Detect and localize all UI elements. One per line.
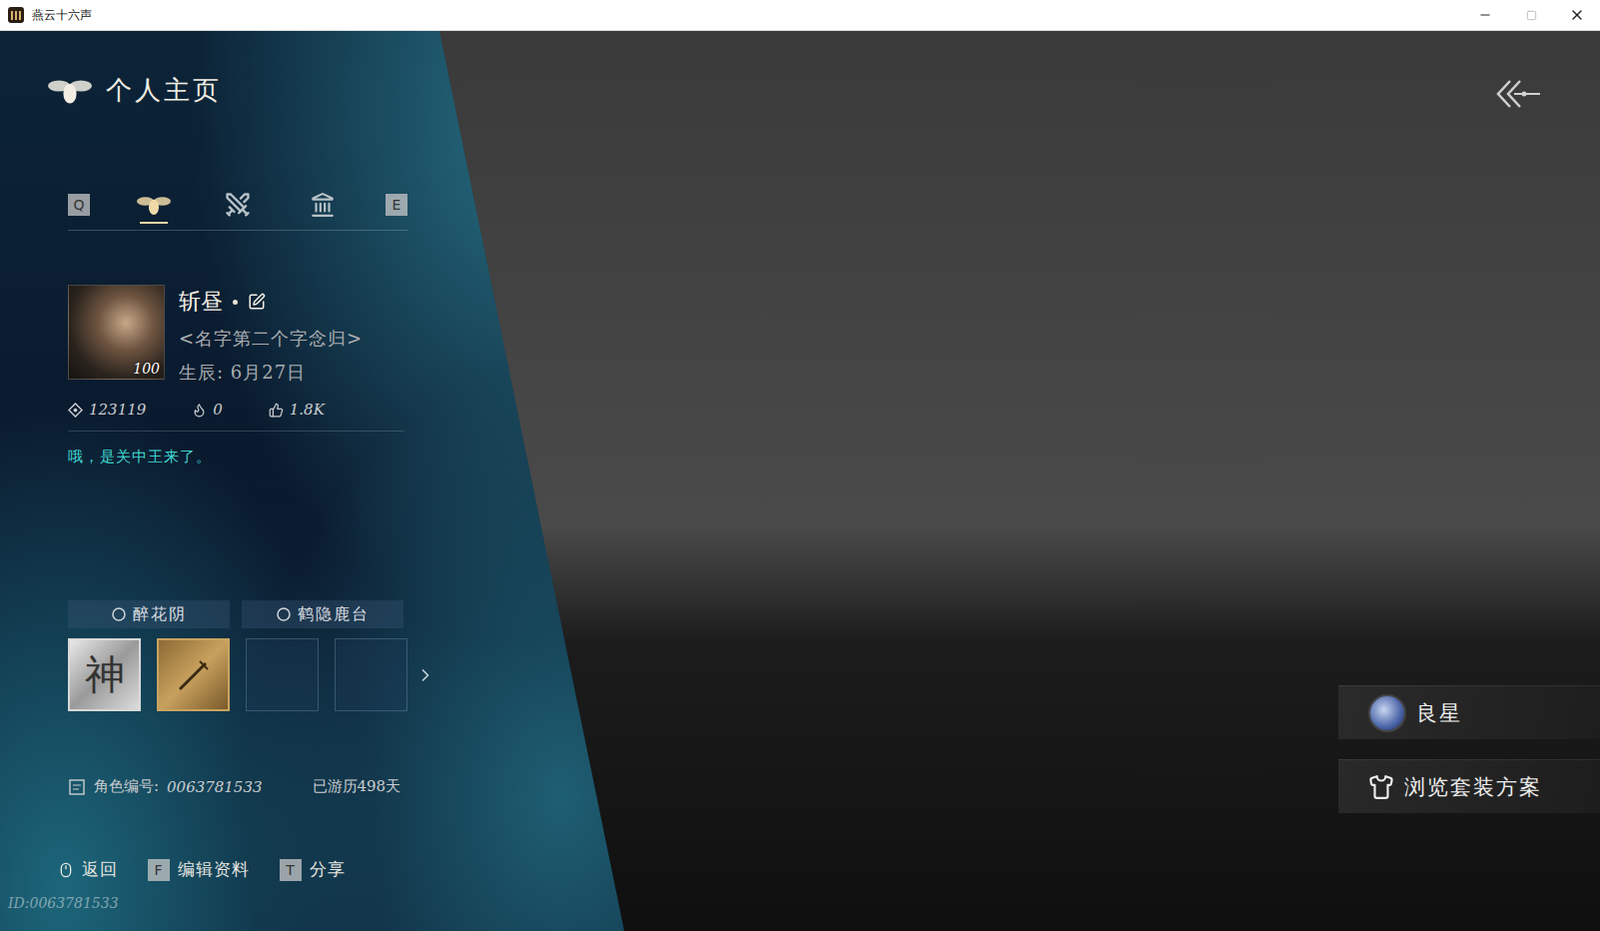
minimize-icon — [1478, 7, 1493, 22]
more-badges-button[interactable] — [415, 665, 436, 686]
profile-card: 100 斩昼 <名字第二个字念归> 生辰: 6月27日 — [67, 284, 625, 385]
prev-tab-key[interactable]: Q — [67, 193, 90, 216]
avatar[interactable]: 100 — [67, 284, 165, 380]
side-buttons: 良星浏览套装方案 — [1338, 685, 1600, 813]
footer-action[interactable]: 返回 — [57, 857, 118, 881]
tag-emblem-icon — [275, 606, 292, 623]
level-badge: 100 — [132, 360, 160, 377]
tab-bar: QE — [67, 187, 408, 231]
page-title: 个人主页 — [105, 72, 222, 108]
days-travelled: 已游历498天 — [312, 777, 402, 797]
empty-badge-slot[interactable] — [334, 638, 408, 712]
footer-actions: 返回 F编辑资料 T分享 — [57, 857, 625, 881]
bee-logo-icon — [136, 192, 171, 217]
tag[interactable]: 鹤隐鹿台 — [241, 600, 404, 629]
stat: 123119 — [67, 400, 146, 419]
game-scene: 个人主页QE100斩昼<名字第二个字念归>生辰: 6月27日12311901.8… — [0, 30, 1600, 931]
key-cap: F — [147, 858, 170, 881]
scene-view: 良星浏览套装方案 — [624, 30, 1600, 931]
fire-icon — [191, 402, 207, 418]
edit-icon[interactable] — [247, 292, 266, 311]
side-button[interactable]: 良星 — [1338, 685, 1600, 740]
close-button[interactable] — [1554, 0, 1600, 31]
app-window: 燕云十六声个人主页QE100斩昼<名字第二个字念归>生辰: 6月27日12311… — [0, 0, 1600, 931]
key-cap: T — [279, 858, 302, 881]
tab[interactable] — [301, 187, 344, 222]
outfit-icon — [1368, 774, 1395, 800]
player-name: 斩昼 — [178, 286, 223, 317]
bee-logo-icon — [47, 74, 92, 106]
role-id: 角色编号:0063781533 — [67, 777, 263, 797]
gate-icon — [309, 191, 336, 218]
partner-avatar — [1368, 694, 1407, 733]
next-tab-key[interactable]: E — [385, 193, 408, 216]
close-icon — [1569, 6, 1586, 23]
maximize-button[interactable] — [1508, 0, 1555, 31]
separator-dot — [232, 299, 238, 305]
stat: 1.8K — [268, 400, 325, 419]
title-bar: 燕云十六声 — [0, 0, 1600, 31]
chevron-right-icon — [415, 665, 436, 686]
stat: 0 — [191, 400, 223, 419]
footer-action[interactable]: F编辑资料 — [147, 857, 250, 881]
tag-emblem-icon — [110, 606, 127, 623]
back-arrow-icon — [1496, 76, 1543, 111]
sword-icon — [171, 653, 216, 698]
minimize-button[interactable] — [1462, 0, 1509, 31]
maximize-icon — [1526, 9, 1538, 21]
badge-row: 神 — [67, 638, 625, 712]
watermark: ID:0063781533 — [7, 894, 625, 911]
app-icon — [7, 6, 24, 23]
coin-icon — [67, 402, 83, 418]
swords-icon — [223, 190, 252, 219]
badge[interactable]: 神 — [67, 638, 141, 712]
birthday: 生辰: 6月27日 — [178, 360, 363, 385]
player-title: <名字第二个字念归> — [178, 326, 363, 351]
page-header: 个人主页 — [47, 72, 625, 108]
like-icon — [268, 402, 284, 418]
bio: 哦，是关中王来了。 — [67, 447, 625, 467]
tags-row: 醉花阴鹤隐鹿台 — [67, 600, 625, 629]
empty-badge-slot[interactable] — [245, 638, 319, 712]
stats-row: 123119 0 1.8K — [67, 400, 405, 432]
name-row: 斩昼 — [178, 286, 363, 317]
id-card-icon — [67, 778, 86, 797]
info-row: 角色编号:0063781533 已游历498天 — [67, 777, 625, 797]
window-title: 燕云十六声 — [31, 6, 1463, 24]
footer-action[interactable]: T分享 — [279, 857, 346, 881]
profile-panel: 个人主页QE100斩昼<名字第二个字念归>生辰: 6月27日12311901.8… — [0, 30, 625, 931]
tag[interactable]: 醉花阴 — [67, 600, 230, 629]
side-button[interactable]: 浏览套装方案 — [1338, 759, 1600, 813]
badge[interactable] — [156, 638, 230, 712]
back-button[interactable] — [1496, 76, 1543, 111]
tab[interactable] — [132, 187, 175, 222]
tab[interactable] — [216, 187, 259, 222]
mouse-icon — [57, 861, 74, 878]
